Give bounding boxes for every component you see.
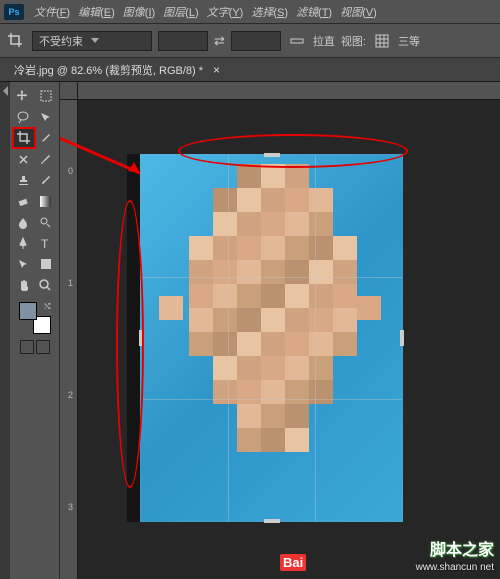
patch-tool[interactable] — [13, 149, 35, 169]
menu-image[interactable]: 图像(I) — [119, 4, 159, 20]
shape-tool[interactable] — [35, 254, 57, 274]
straighten-icon[interactable] — [287, 31, 307, 51]
history-brush-tool[interactable] — [35, 170, 57, 190]
ruler-tick: 2 — [68, 390, 75, 400]
options-bar: 不受约束 ⇄ 拉直 视图: 三等 — [0, 24, 500, 58]
menu-type[interactable]: 文字(Y) — [203, 4, 248, 20]
crop-bounds[interactable] — [140, 154, 403, 522]
watermark-baidu: Bai — [280, 554, 306, 571]
menu-bar: Ps 文件(F) 编辑(E) 图像(I) 图层(L) 文字(Y) 选择(S) 滤… — [0, 0, 500, 24]
toolbox: T ⤭ — [10, 82, 60, 579]
canvas-area[interactable]: 0 1 2 3 Bai 脚本之家 www.shancun net — [60, 82, 500, 579]
move-tool[interactable] — [13, 86, 35, 106]
ruler-tick: 1 — [68, 278, 75, 288]
pen-tool[interactable] — [13, 233, 35, 253]
ruler-tick: 3 — [68, 502, 75, 512]
eraser-tool[interactable] — [13, 191, 35, 211]
lasso-tool[interactable] — [13, 107, 35, 127]
eyedropper-tool[interactable] — [35, 128, 57, 148]
crop-grid-line — [315, 155, 316, 521]
collapse-arrow-icon — [3, 86, 8, 96]
chevron-down-icon — [91, 38, 99, 43]
menu-layer[interactable]: 图层(L) — [159, 4, 202, 20]
document-title: 冷岩.jpg @ 82.6% (裁剪预览, RGB/8) * — [14, 62, 203, 78]
crop-width-field[interactable] — [158, 31, 208, 51]
document-tab[interactable]: 冷岩.jpg @ 82.6% (裁剪预览, RGB/8) * × — [0, 58, 500, 82]
grid-label: 三等 — [398, 33, 420, 49]
annotation-oval-left — [116, 200, 144, 488]
crop-tool[interactable] — [13, 128, 35, 148]
crop-preset-dropdown[interactable]: 不受约束 — [32, 31, 152, 51]
ruler-vertical[interactable]: 0 1 2 3 — [60, 100, 78, 579]
straighten-label: 拉直 — [313, 33, 335, 49]
marquee-tool[interactable] — [35, 86, 57, 106]
view-label: 视图: — [341, 33, 366, 49]
crop-handle-s[interactable] — [264, 519, 280, 523]
swap-colors-icon[interactable]: ⤭ — [44, 302, 50, 312]
ruler-tick: 0 — [68, 166, 75, 176]
color-swatches[interactable]: ⤭ — [19, 302, 51, 334]
close-tab-icon[interactable]: × — [213, 63, 220, 77]
crop-height-field[interactable] — [231, 31, 281, 51]
crop-handle-e[interactable] — [400, 330, 404, 346]
crop-grid-line — [228, 155, 229, 521]
hand-tool[interactable] — [13, 275, 35, 295]
dodge-tool[interactable] — [35, 212, 57, 232]
quickselect-tool[interactable] — [35, 107, 57, 127]
menu-filter[interactable]: 滤镜(T) — [292, 4, 336, 20]
ruler-horizontal[interactable] — [78, 82, 500, 100]
gradient-tool[interactable] — [35, 191, 57, 211]
ruler-origin[interactable] — [60, 82, 78, 100]
menu-file[interactable]: 文件(F) — [30, 4, 74, 20]
swap-dimensions-icon[interactable]: ⇄ — [214, 33, 225, 49]
blur-tool[interactable] — [13, 212, 35, 232]
svg-text:T: T — [41, 237, 49, 250]
foreground-swatch[interactable] — [19, 302, 37, 320]
type-tool[interactable]: T — [35, 233, 57, 253]
crop-preset-value: 不受约束 — [39, 33, 83, 49]
zoom-tool[interactable] — [35, 275, 57, 295]
crop-tool-icon — [6, 31, 26, 51]
watermark: 脚本之家 www.shancun net — [416, 536, 494, 573]
menu-view[interactable]: 视图(V) — [336, 4, 381, 20]
menu-select[interactable]: 选择(S) — [247, 4, 292, 20]
stamp-tool[interactable] — [13, 170, 35, 190]
path-select-tool[interactable] — [13, 254, 35, 274]
crop-grid-line — [141, 277, 402, 278]
watermark-url: www.shancun net — [416, 562, 494, 573]
annotation-oval-top — [178, 134, 408, 168]
watermark-text: 脚本之家 — [430, 536, 494, 560]
quickmask-toggle[interactable] — [20, 340, 50, 354]
toolbox-collapse[interactable] — [0, 82, 10, 579]
crop-grid-line — [141, 399, 402, 400]
app-icon: Ps — [4, 4, 24, 20]
menu-edit[interactable]: 编辑(E) — [74, 4, 119, 20]
brush-tool[interactable] — [35, 149, 57, 169]
grid-overlay-icon[interactable] — [372, 31, 392, 51]
main-area: T ⤭ 0 1 2 3 — [0, 82, 500, 579]
